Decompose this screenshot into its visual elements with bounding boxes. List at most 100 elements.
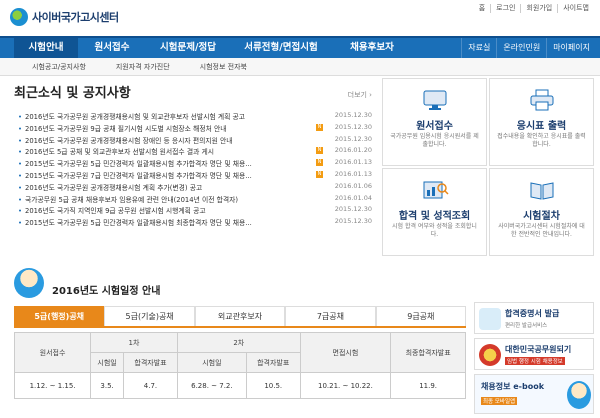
news-item-date: 2015.12.30	[334, 111, 372, 119]
news-item-date: 2016.01.13	[334, 169, 372, 178]
new-badge-icon: N	[316, 147, 323, 155]
monitor-icon	[423, 90, 447, 110]
tile-label: 응시표 출력	[516, 121, 567, 132]
sitemap-link[interactable]: 사이트맵	[557, 4, 594, 13]
news-item-title[interactable]: 2016년도 국가공무원 공개경쟁채용시험 장애인 등 응시자 편의지원 안내	[18, 135, 323, 145]
news-item[interactable]: 2016년도 국가공무원 공개경쟁채용시험 계획 추가(변경) 공고 2016.0…	[14, 181, 376, 193]
news-item-title[interactable]: 2016년도 국가공무원 9급 공채 필기시험 시도별 시험장소 해정처 안내	[18, 123, 323, 133]
news-item-title[interactable]: 2015년도 국가공무원 7급 민간경력자 일괄채용시험 추가합격자 명단 및 …	[18, 170, 323, 180]
news-item-date: 2016.01.20	[334, 146, 372, 155]
tile-desc: 접수내용을 확인하고 응시표를 출력합니다.	[497, 133, 586, 148]
table-cell: 3.5.	[90, 372, 125, 399]
news-item-title[interactable]: 2016년도 국가직 지역인재 9급 공무원 선발시험 시행계획 공고	[18, 205, 323, 215]
mascot-icon	[14, 268, 44, 298]
tile-application[interactable]: 원서접수 국가공무원 임용시험 응시원서를 제출합니다.	[382, 78, 487, 166]
news-item-date: 2016.01.06	[334, 181, 372, 190]
tile-label: 합격 및 성적조회	[398, 211, 471, 222]
news-item[interactable]: 2015년도 국가공무원 5급 민간경력자 일괄채용시험 최종합격자 명단 및 …	[14, 216, 376, 228]
news-item-title[interactable]: 2015년도 국가공무원 5급 민간경력자 일괄채용시험 최종합격자 명단 및 …	[18, 217, 323, 227]
nav-application[interactable]: 원서접수	[78, 38, 146, 60]
tile-results[interactable]: 합격 및 성적조회 시험 합격 여부와 성적을 조회합니다.	[382, 168, 487, 256]
tile-label: 원서접수	[416, 121, 453, 132]
news-more-link[interactable]: 더보기 ›	[348, 90, 372, 100]
news-item-date: 2015.12.30	[334, 205, 372, 214]
banner-title: 채용정보 e-book	[481, 382, 545, 391]
table-cell: 1.12. ~ 1.15.	[13, 372, 92, 399]
th-application: 원서접수	[13, 332, 92, 373]
news-item-title[interactable]: 2016년도 국가공무원 공개경쟁채용시험 및 외교관후보자 선발시험 계획 공…	[18, 111, 323, 121]
tab-diplomat[interactable]: 외교관후보자	[194, 306, 286, 326]
emblem-icon	[479, 344, 501, 366]
news-title: 최근소식 및 공지사항	[14, 86, 131, 101]
certificate-icon	[479, 308, 501, 330]
news-list: 2016년도 국가공무원 공개경쟁채용시험 및 외교관후보자 선발시험 계획 공…	[14, 110, 376, 228]
th-round2: 2차	[176, 332, 301, 353]
tile-label: 시험절차	[523, 211, 560, 222]
news-section: 최근소식 및 공지사항 더보기 › 2016년도 국가공무원 공개경쟁채용시험 …	[14, 82, 376, 252]
news-item[interactable]: 2015년도 국가공무원 5급 민간경력자 일괄채용시험 추가합격자 명단 및 …	[14, 157, 376, 169]
th-final: 최종합격자발표	[390, 332, 466, 373]
banner-sub: 임법 행정 시험 채용정보	[505, 357, 565, 365]
main-navigation: 시험안내 원서접수 시험문제/정답 서류전형/면접시험 채용후보자 자료실 온라…	[0, 36, 600, 60]
news-item-date: 2015.12.30	[334, 134, 372, 143]
tile-desc: 국가공무원 임용시험 응시원서를 제출합니다.	[390, 133, 479, 148]
th-round1-pass: 합격자발표	[123, 352, 178, 373]
banner-sub: 편리한 발급서비스	[505, 323, 548, 329]
new-badge-icon: N	[316, 123, 323, 131]
th-interview: 면접시험	[299, 332, 392, 373]
table-cell: 4.7.	[123, 372, 178, 399]
quick-menu-tiles: 원서접수 국가공무원 임용시험 응시원서를 제출합니다. 응시표 출력 접수내용…	[382, 78, 594, 258]
news-item-title[interactable]: 2016년도 5급 공채 및 외교관후보자 선발시험 원서접수 결과 게시	[18, 146, 323, 156]
news-item[interactable]: 2016년도 국가공무원 공개경쟁채용시험 장애인 등 응시자 편의지원 안내 2…	[14, 134, 376, 146]
news-item[interactable]: 2016년도 국가직 지역인재 9급 공무원 선발시험 시행계획 공고 2015.…	[14, 204, 376, 216]
schedule-table: 원서접수 1차 2차 면접시험 최종합격자발표 시험일 합격자발표 시험일 합격…	[13, 332, 466, 399]
tab-grade5-admin[interactable]: 5급(행정)공채	[14, 306, 105, 326]
tile-desc: 시험 합격 여부와 성적을 조회합니다.	[392, 223, 477, 238]
news-item-title[interactable]: 국가공무원 5급 공채 채용후보자 임용유예 관련 안내(2014년 이전 합격…	[18, 194, 323, 204]
banner-ebook[interactable]: 채용정보 e-book 최종 모바일앱	[474, 374, 594, 414]
banner-title: 합격증명서 발급	[505, 309, 560, 318]
news-item[interactable]: 2016년도 국가공무원 공개경쟁채용시험 및 외교관후보자 선발시험 계획 공…	[14, 110, 376, 122]
nav-online-civil[interactable]: 온라인민원	[496, 38, 546, 60]
nav-candidates[interactable]: 채용후보자	[332, 38, 412, 60]
utility-links: 홈 로그인 회원가입 사이트맵	[474, 4, 594, 13]
subnav-notice[interactable]: 시험공고/공지사항	[32, 58, 86, 75]
news-item-date: 2016.01.04	[334, 193, 372, 202]
schedule-header: 2016년도 시험일정 안내	[14, 268, 464, 298]
tab-grade5-tech[interactable]: 5급(기술)공채	[104, 306, 195, 326]
login-link[interactable]: 로그인	[490, 4, 520, 13]
news-item[interactable]: 2016년도 5급 공채 및 외교관후보자 선발시험 원서접수 결과 게시N 20…	[14, 145, 376, 157]
news-item-date: 2015.12.30	[334, 217, 372, 226]
nav-exam-guide[interactable]: 시험안내	[14, 38, 78, 60]
book-icon	[530, 182, 554, 200]
schedule-title: 2016년도 시험일정 안내	[52, 286, 161, 297]
subnav-ebook[interactable]: 시험정보 전자북	[200, 58, 247, 75]
printer-icon	[530, 89, 554, 111]
news-item-title[interactable]: 2015년도 국가공무원 5급 민간경력자 일괄채용시험 추가합격자 명단 및 …	[18, 158, 323, 168]
th-round1: 1차	[90, 332, 178, 353]
table-cell: 11.9.	[390, 372, 466, 399]
nav-archive[interactable]: 자료실	[461, 38, 496, 60]
news-item[interactable]: 국가공무원 5급 공채 채용후보자 임용유예 관련 안내(2014년 이전 합격…	[14, 193, 376, 205]
nav-exam-questions[interactable]: 시험문제/정답	[146, 38, 230, 60]
nav-document-interview[interactable]: 서류전형/면접시험	[230, 38, 332, 60]
tile-exam-procedure[interactable]: 시험절차 사이버국가고시센터 시험절차에 대한 전반적인 안내입니다.	[489, 168, 594, 256]
banner-become-official[interactable]: 대한민국공무원되기 임법 행정 시험 채용정보	[474, 338, 594, 370]
home-link[interactable]: 홈	[474, 4, 490, 13]
news-item[interactable]: 2016년도 국가공무원 9급 공채 필기시험 시도별 시험장소 해정처 안내N…	[14, 122, 376, 134]
banner-certificate[interactable]: 합격증명서 발급 편리한 발급서비스	[474, 302, 594, 334]
tab-grade7[interactable]: 7급공채	[285, 306, 376, 326]
tile-print-ticket[interactable]: 응시표 출력 접수내용을 확인하고 응시표를 출력합니다.	[489, 78, 594, 166]
site-logo[interactable]: 사이버국가고시센터	[10, 8, 119, 26]
tab-grade9[interactable]: 9급공채	[375, 306, 467, 326]
news-item-title[interactable]: 2016년도 국가공무원 공개경쟁채용시험 계획 추가(변경) 공고	[18, 182, 323, 192]
nav-mypage[interactable]: 마이페이지	[546, 38, 596, 60]
subnav-eligibility[interactable]: 지원자격 자가진단	[116, 58, 170, 75]
new-badge-icon: N	[316, 159, 323, 167]
signup-link[interactable]: 회원가입	[520, 4, 557, 13]
sub-navigation: 시험공고/공지사항 지원자격 자가진단 시험정보 전자북	[0, 58, 600, 76]
th-round2-exam: 시험일	[176, 352, 247, 373]
table-cell: 6.28. ~ 7.2.	[176, 372, 247, 399]
news-item[interactable]: 2015년도 국가공무원 7급 민간경력자 일괄채용시험 추가합격자 명단 및 …	[14, 169, 376, 181]
banner-title: 대한민국공무원되기	[505, 345, 572, 354]
